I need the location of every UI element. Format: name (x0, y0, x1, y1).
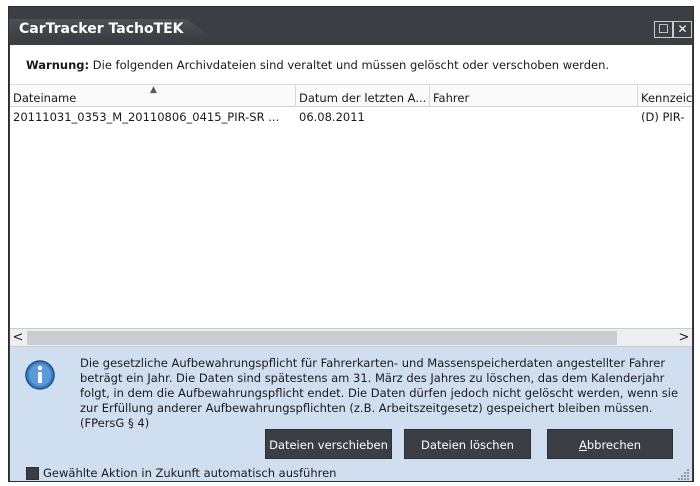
window-title: CarTracker TachoTEK (9, 19, 214, 39)
cancel-button[interactable]: Abbrechen (547, 429, 673, 459)
scrollbar-thumb[interactable] (27, 331, 617, 345)
auto-action-label: Gewählte Aktion in Zukunft automatisch a… (43, 466, 337, 480)
scroll-right-arrow[interactable]: > (676, 329, 692, 347)
close-button[interactable]: ✕ (673, 21, 692, 38)
resize-grip-icon[interactable] (674, 467, 690, 481)
info-panel: Die gesetzliche Aufbewahrungspflicht für… (10, 347, 692, 481)
cell-date: 06.08.2011 (299, 110, 365, 124)
column-header-plate[interactable]: Kennzeic (638, 85, 692, 107)
cancel-mnemonic: A (578, 438, 587, 452)
delete-files-button[interactable]: Dateien löschen (404, 429, 531, 459)
warning-text: Die folgenden Archivdateien sind veralte… (92, 58, 610, 72)
sort-ascending-icon: ▲ (150, 85, 157, 95)
info-text: Die gesetzliche Aufbewahrungspflicht für… (80, 356, 679, 430)
table-row[interactable]: 20111031_0353_M_20110806_0415_PIR-SR ...… (10, 107, 692, 127)
column-header-driver[interactable]: Fahrer (430, 85, 638, 107)
info-icon (25, 360, 55, 390)
scroll-left-arrow[interactable]: < (10, 329, 26, 347)
cell-filename: 20111031_0353_M_20110806_0415_PIR-SR ... (13, 110, 280, 124)
cell-plate: (D) PIR- (641, 110, 685, 124)
auto-action-checkbox[interactable] (26, 467, 39, 480)
dialog-window: CarTracker TachoTEK ☐ ✕ Warnung: Die fol… (8, 6, 694, 482)
column-header-filename-label: Dateiname (13, 91, 77, 105)
archive-file-table: ▲ Dateiname Datum der letzten A... Fahre… (10, 85, 692, 329)
warning-prefix: Warnung: (26, 58, 90, 72)
move-files-button[interactable]: Dateien verschieben (265, 429, 392, 459)
dialog-content: Warnung: Die folgenden Archivdateien sin… (10, 45, 692, 481)
cell-driver (430, 107, 638, 127)
maximize-button[interactable]: ☐ (654, 21, 673, 38)
horizontal-scrollbar[interactable]: < > (10, 329, 692, 347)
table-header: ▲ Dateiname Datum der letzten A... Fahre… (10, 85, 692, 107)
title-bar[interactable]: CarTracker TachoTEK ☐ ✕ (9, 7, 693, 39)
column-header-filename[interactable]: ▲ Dateiname (10, 85, 296, 107)
cancel-label-rest: bbrechen (586, 438, 641, 452)
column-header-date[interactable]: Datum der letzten A... (296, 85, 430, 107)
warning-message: Warnung: Die folgenden Archivdateien sin… (10, 45, 692, 85)
